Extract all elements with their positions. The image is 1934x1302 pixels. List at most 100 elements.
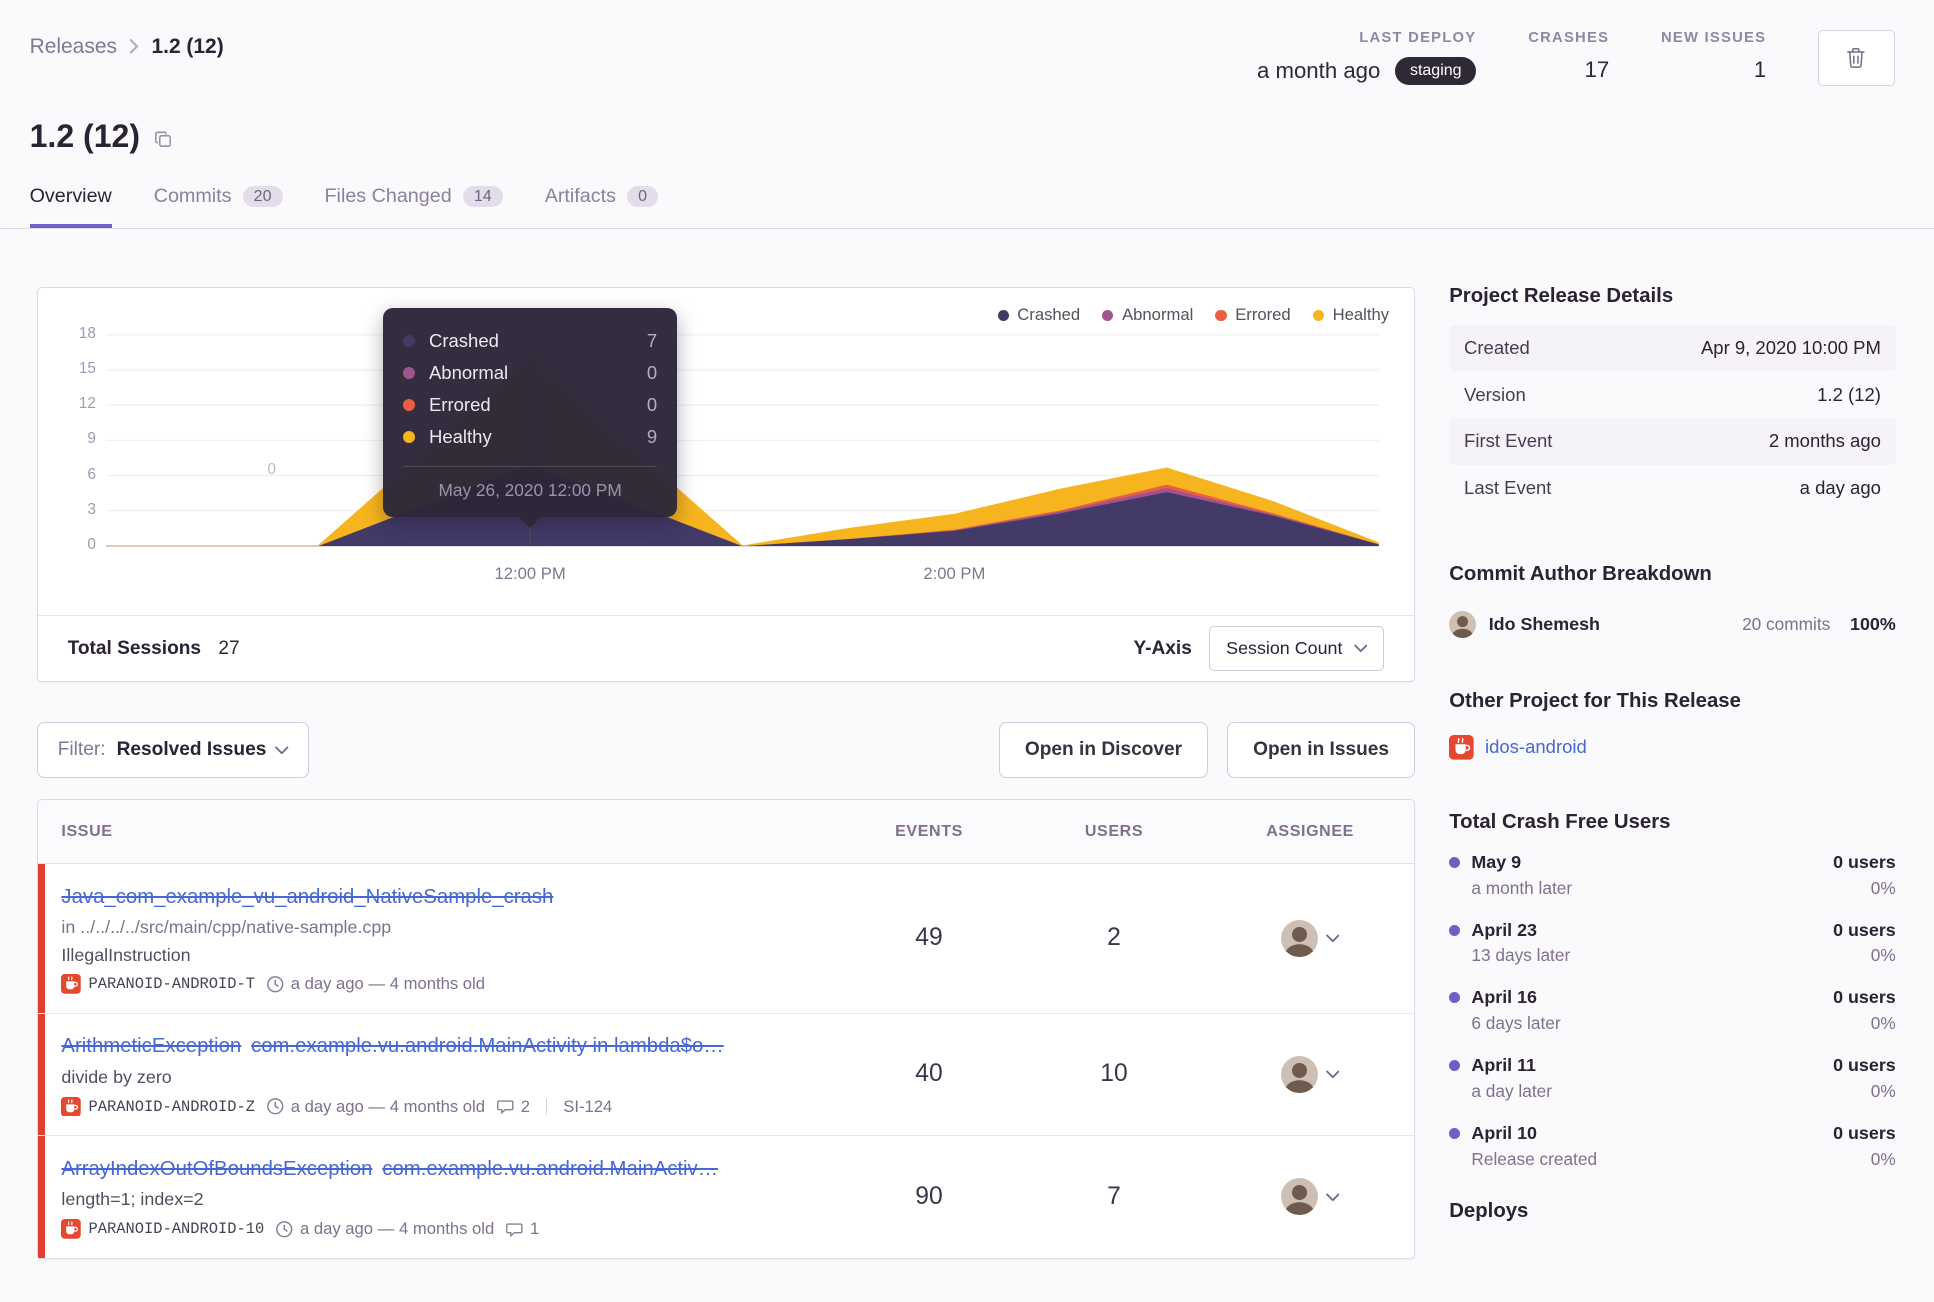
breadcrumb-releases-link[interactable]: Releases bbox=[30, 35, 117, 59]
project-row: idos-android bbox=[1449, 734, 1895, 760]
y-axis-label: 9 bbox=[87, 430, 96, 448]
author-commit-count: 20 commits bbox=[1742, 613, 1831, 634]
y-axis-label: Y-Axis bbox=[1133, 637, 1192, 659]
assignee-selector[interactable] bbox=[1281, 1178, 1340, 1216]
crash-free-item: April 23 0 users 13 days later 0% bbox=[1449, 920, 1896, 967]
stat-label: CRASHES bbox=[1528, 29, 1610, 46]
legend-item-healthy[interactable]: Healthy bbox=[1312, 305, 1390, 325]
chevron-down-icon bbox=[1325, 1070, 1340, 1079]
tab-commits[interactable]: Commits 20 bbox=[154, 185, 283, 228]
resolved-indicator-bar bbox=[38, 864, 46, 1013]
chart-tooltip: Crashed 7 Abnormal 0 Errored 0 Healthy 9 May… bbox=[383, 307, 677, 529]
assignee-avatar bbox=[1281, 1055, 1319, 1093]
sessions-chart-card: 0 3 6 9 12 15 18 12:00 PM 2:00 PM Crashed Abnorm… bbox=[37, 286, 1415, 683]
tooltip-row-healthy: Healthy 9 bbox=[403, 421, 657, 453]
x-axis-label: 12:00 PM bbox=[494, 564, 566, 584]
timeline-dot-icon bbox=[1449, 1128, 1461, 1140]
legend-item-abnormal[interactable]: Abnormal bbox=[1102, 305, 1193, 325]
y-axis-label: 0 bbox=[87, 535, 96, 553]
sessions-area-chart[interactable] bbox=[105, 288, 1379, 552]
legend-item-errored[interactable]: Errored bbox=[1215, 305, 1291, 325]
errored-dot-icon bbox=[403, 398, 416, 412]
tab-label: Artifacts bbox=[544, 184, 616, 207]
issue-culprit-link[interactable]: com.example.vu.android.MainActivity in l… bbox=[251, 1035, 724, 1057]
total-sessions-label: Total Sessions bbox=[67, 637, 202, 659]
header-stats: LAST DEPLOY a month ago staging CRASHES … bbox=[1257, 29, 1895, 87]
healthy-legend-dot-icon bbox=[1312, 309, 1324, 321]
trash-icon bbox=[1846, 47, 1866, 69]
tab-files-changed[interactable]: Files Changed 14 bbox=[325, 185, 503, 228]
java-platform-icon bbox=[61, 1096, 82, 1117]
chevron-down-icon bbox=[1325, 1193, 1340, 1202]
open-in-discover-button[interactable]: Open in Discover bbox=[999, 721, 1208, 778]
issue-message: divide by zero bbox=[61, 1067, 172, 1087]
comments-count[interactable]: 2 bbox=[496, 1097, 530, 1117]
tab-label: Overview bbox=[29, 184, 112, 207]
y-axis-label: 12 bbox=[78, 395, 96, 413]
issues-table-header: ISSUE EVENTS USERS ASSIGNEE bbox=[38, 799, 1414, 865]
healthy-dot-icon bbox=[403, 431, 416, 444]
comment-icon bbox=[496, 1097, 515, 1116]
legend-label: Errored bbox=[1235, 305, 1291, 325]
delete-release-button[interactable] bbox=[1818, 29, 1895, 87]
legend-label: Crashed bbox=[1017, 305, 1081, 325]
page-title: 1.2 (12) bbox=[29, 118, 141, 155]
issue-users-count: 10 bbox=[1100, 1060, 1128, 1088]
resolved-indicator-bar bbox=[38, 1013, 46, 1136]
stat-new-issues: NEW ISSUES 1 bbox=[1661, 30, 1766, 83]
tab-count-badge: 0 bbox=[627, 185, 659, 208]
resolved-indicator-bar bbox=[38, 1136, 46, 1258]
chart-legend: Crashed Abnormal Errored Healthy bbox=[997, 305, 1390, 325]
sessions-chart[interactable]: 0 3 6 9 12 15 18 12:00 PM 2:00 PM Crashed Abnorm… bbox=[38, 288, 1414, 615]
tooltip-caret bbox=[519, 517, 542, 529]
x-axis-label: 2:00 PM bbox=[923, 564, 986, 584]
issue-events-count: 40 bbox=[915, 1060, 943, 1088]
tooltip-row-crashed: Crashed 7 bbox=[403, 325, 657, 357]
issue-culprit-link[interactable]: com.example.vu.android.MainActiv… bbox=[382, 1158, 718, 1180]
column-header-events: EVENTS bbox=[895, 821, 963, 840]
tooltip-row-abnormal: Abnormal 0 bbox=[403, 357, 657, 389]
assignee-selector[interactable] bbox=[1281, 919, 1339, 957]
stat-last-deploy: LAST DEPLOY a month ago staging bbox=[1257, 30, 1477, 85]
tab-count-badge: 14 bbox=[462, 185, 503, 208]
issues-filter-dropdown[interactable]: Filter: Resolved Issues bbox=[37, 721, 310, 778]
detail-row-last-event: Last Event a day ago bbox=[1464, 477, 1881, 499]
crash-free-item: April 16 0 users 6 days later 0% bbox=[1449, 987, 1896, 1034]
open-in-issues-button[interactable]: Open in Issues bbox=[1227, 721, 1415, 778]
tab-overview[interactable]: Overview bbox=[29, 184, 112, 229]
chevron-down-icon bbox=[275, 746, 289, 755]
project-link[interactable]: idos-android bbox=[1485, 736, 1587, 758]
issue-title-link[interactable]: Java_com_example_vu_android_NativeSample… bbox=[61, 886, 553, 908]
legend-item-crashed[interactable]: Crashed bbox=[997, 305, 1081, 325]
detail-row-created: Created Apr 9, 2020 10:00 PM bbox=[1449, 324, 1896, 372]
tooltip-row-errored: Errored 0 bbox=[403, 389, 657, 421]
section-heading-crash-free: Total Crash Free Users bbox=[1449, 811, 1671, 834]
section-heading-commit-authors: Commit Author Breakdown bbox=[1449, 563, 1712, 586]
assignee-selector[interactable] bbox=[1281, 1055, 1340, 1093]
device-tag[interactable]: PARANOID-ANDROID-10 bbox=[61, 1219, 264, 1239]
timeline-dot-icon bbox=[1449, 992, 1461, 1004]
device-tag[interactable]: PARANOID-ANDROID-Z bbox=[61, 1096, 255, 1117]
tab-label: Commits bbox=[153, 184, 232, 207]
tab-artifacts[interactable]: Artifacts 0 bbox=[544, 184, 659, 228]
assignee-avatar bbox=[1281, 1178, 1319, 1216]
issue-title-link[interactable]: ArrayIndexOutOfBoundsException bbox=[61, 1158, 372, 1180]
issue-age: a day ago — 4 months old bbox=[266, 974, 485, 994]
timeline-dot-icon bbox=[1449, 1060, 1461, 1072]
issue-row: ArithmeticException com.example.vu.androi… bbox=[38, 1013, 1414, 1137]
issue-users-count: 2 bbox=[1107, 924, 1121, 952]
copy-version-button[interactable] bbox=[154, 130, 173, 149]
author-name: Ido Shemesh bbox=[1488, 613, 1600, 634]
java-platform-icon bbox=[61, 1219, 82, 1239]
issue-message: length=1; index=2 bbox=[61, 1189, 204, 1210]
issue-location: in ../../../../src/main/cpp/native-sampl… bbox=[61, 917, 392, 938]
release-tabs: Overview Commits 20 Files Changed 14 Artif… bbox=[0, 184, 1934, 230]
legend-label: Healthy bbox=[1332, 305, 1390, 325]
issue-row: Java_com_example_vu_android_NativeSample… bbox=[38, 864, 1414, 1014]
comments-count[interactable]: 1 bbox=[505, 1219, 539, 1239]
y-axis-select[interactable]: Session Count bbox=[1209, 626, 1385, 672]
issue-title-link[interactable]: ArithmeticException bbox=[61, 1035, 241, 1057]
section-heading-deploys: Deploys bbox=[1449, 1199, 1529, 1222]
device-tag[interactable]: PARANOID-ANDROID-T bbox=[61, 974, 255, 995]
crash-free-item: May 90 users a month later 0% bbox=[1449, 852, 1896, 899]
